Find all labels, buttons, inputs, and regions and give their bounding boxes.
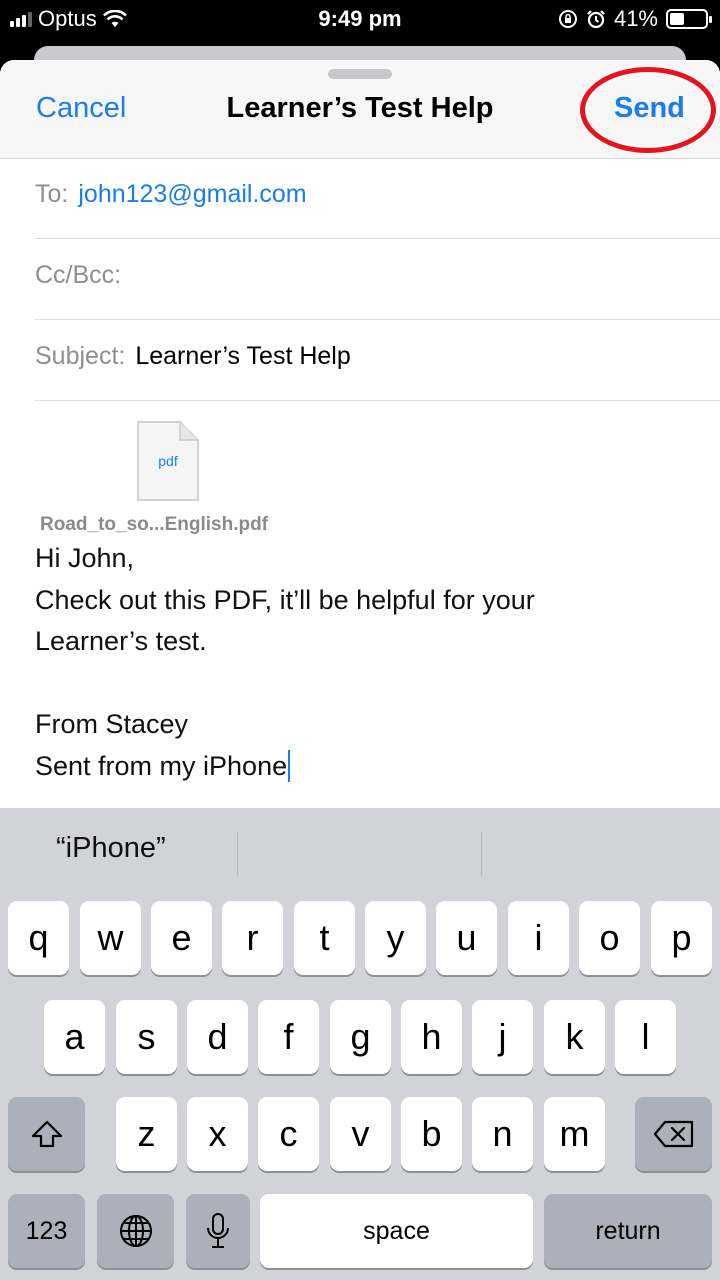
subject-value[interactable]: Learner’s Test Help — [135, 342, 350, 371]
space-key[interactable]: space — [260, 1194, 533, 1268]
text-cursor — [288, 749, 291, 782]
dictation-key[interactable] — [186, 1194, 250, 1268]
subject-label: Subject: — [35, 342, 126, 370]
key-c[interactable]: c — [258, 1097, 319, 1171]
key-q[interactable]: q — [8, 901, 69, 975]
key-r[interactable]: r — [222, 901, 283, 975]
return-key[interactable]: return — [544, 1194, 712, 1268]
key-k[interactable]: k — [544, 1000, 605, 1074]
key-o[interactable]: o — [579, 901, 640, 975]
body-last-line: Sent from my iPhone — [35, 746, 695, 788]
key-e[interactable]: e — [151, 901, 212, 975]
to-label: To: — [35, 180, 69, 208]
key-b[interactable]: b — [401, 1097, 462, 1171]
key-p[interactable]: p — [651, 901, 712, 975]
key-s[interactable]: s — [116, 1000, 177, 1074]
suggestion-divider — [481, 832, 482, 876]
status-right: 41% — [558, 6, 712, 32]
keyboard: “iPhone” q w e r t y u i o p a s d f g h… — [0, 808, 720, 1280]
compose-title: Learner’s Test Help — [226, 92, 494, 124]
key-g[interactable]: g — [330, 1000, 391, 1074]
key-w[interactable]: w — [80, 901, 141, 975]
key-l[interactable]: l — [615, 1000, 676, 1074]
suggestion-divider — [237, 832, 238, 876]
send-button[interactable]: Send — [614, 92, 685, 125]
globe-icon — [119, 1215, 152, 1247]
key-x[interactable]: x — [187, 1097, 248, 1171]
predictive-bar: “iPhone” — [0, 808, 720, 900]
compose-navbar: Cancel Learner’s Test Help Send — [0, 60, 720, 159]
suggestion-1[interactable]: “iPhone” — [56, 832, 166, 865]
key-n[interactable]: n — [472, 1097, 533, 1171]
body-line: From Stacey — [35, 709, 189, 739]
backspace-icon — [653, 1120, 693, 1148]
pdf-icon-text: pdf — [158, 453, 178, 469]
to-field[interactable]: To: john123@gmail.com — [35, 158, 720, 239]
status-bar: Optus 9:49 pm 41% — [0, 0, 720, 40]
key-d[interactable]: d — [187, 1000, 248, 1074]
battery-icon — [666, 9, 712, 29]
key-j[interactable]: j — [472, 1000, 533, 1074]
cc-bcc-field[interactable]: Cc/Bcc: — [35, 239, 720, 320]
key-y[interactable]: y — [365, 901, 426, 975]
to-recipient[interactable]: john123@gmail.com — [78, 180, 306, 209]
rotation-lock-icon — [558, 10, 577, 28]
attachment-filename: Road_to_so...English.pdf — [40, 514, 269, 535]
cc-bcc-label: Cc/Bcc: — [35, 261, 122, 289]
key-t[interactable]: t — [294, 901, 355, 975]
key-m[interactable]: m — [544, 1097, 605, 1171]
body-line: Hi John, — [35, 543, 135, 573]
numbers-key[interactable]: 123 — [8, 1194, 85, 1268]
shift-key[interactable] — [8, 1097, 85, 1171]
key-z[interactable]: z — [116, 1097, 177, 1171]
microphone-icon — [207, 1213, 229, 1248]
key-h[interactable]: h — [401, 1000, 462, 1074]
body-line: Learner’s test. — [35, 626, 207, 656]
delete-key[interactable] — [635, 1097, 712, 1171]
sheet-grabber[interactable] — [328, 69, 392, 79]
subject-field[interactable]: Subject: Learner’s Test Help — [35, 320, 720, 401]
pdf-attachment[interactable]: pdf Road_to_so...English.pdf — [40, 420, 300, 540]
key-i[interactable]: i — [508, 901, 569, 975]
alarm-icon — [587, 10, 605, 29]
pdf-file-icon: pdf — [137, 421, 199, 501]
battery-percent: 41% — [613, 6, 658, 31]
key-f[interactable]: f — [258, 1000, 319, 1074]
key-a[interactable]: a — [44, 1000, 105, 1074]
globe-key[interactable] — [97, 1194, 174, 1268]
body-line: Check out this PDF, it’ll be helpful for… — [35, 584, 535, 615]
key-v[interactable]: v — [330, 1097, 391, 1171]
compose-sheet: Cancel Learner’s Test Help Send To: john… — [0, 60, 720, 810]
body-line: Sent from my iPhone — [35, 750, 288, 781]
key-u[interactable]: u — [436, 901, 497, 975]
shift-arrow-icon — [31, 1120, 62, 1148]
body-line — [35, 663, 695, 705]
message-body[interactable]: Hi John, Check out this PDF, it’ll be he… — [35, 538, 695, 787]
